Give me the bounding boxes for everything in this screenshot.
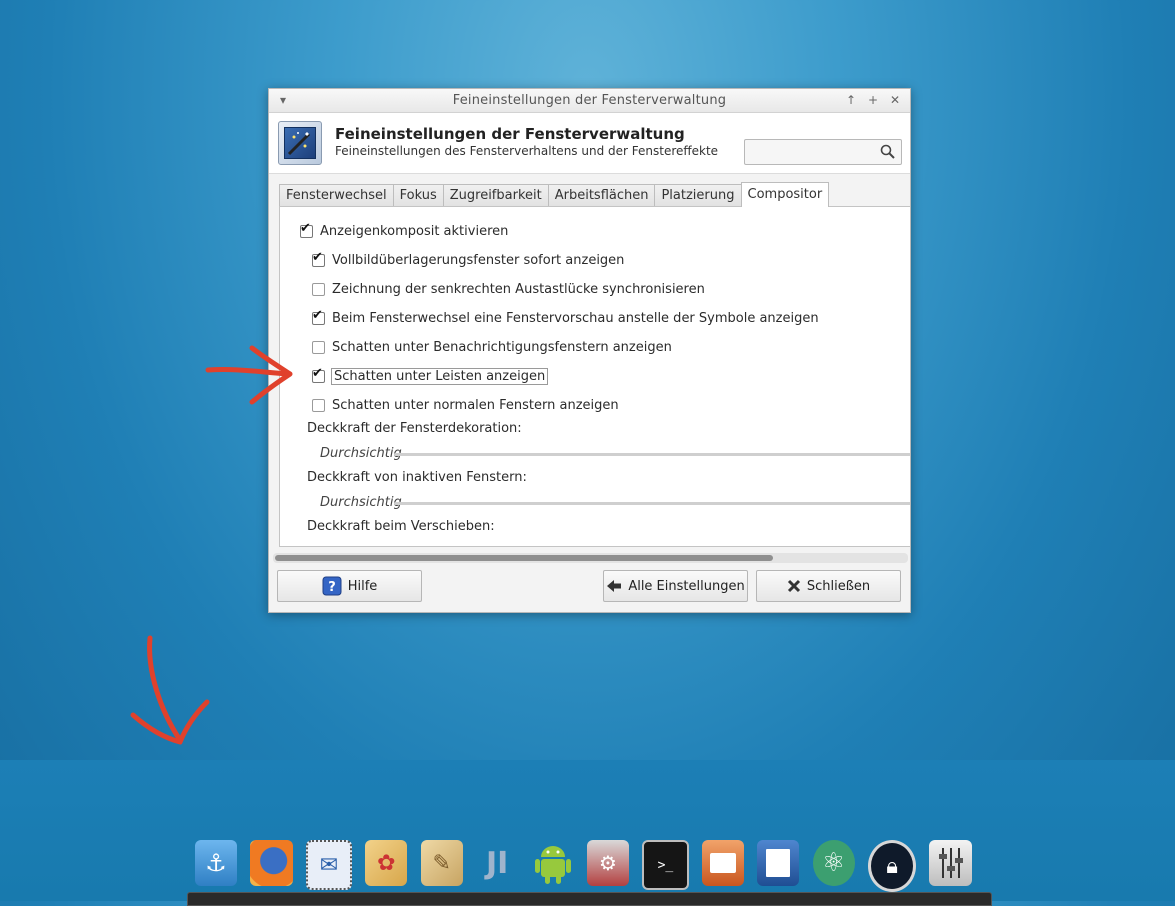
close-button-label: Schließen (806, 578, 871, 594)
option-label: Zeichnung der senkrechten Austastlücke s… (332, 281, 705, 297)
svg-text:?: ? (328, 580, 336, 595)
checkbox[interactable] (312, 340, 325, 354)
option-label: Vollbildüberlagerungsfenster sofort anze… (332, 252, 625, 268)
search-icon[interactable] (879, 143, 897, 161)
checkbox[interactable] (312, 282, 325, 296)
document-writer-icon[interactable] (757, 840, 800, 886)
dock: ⚓ ✉ ✿ ✎ JI ⚙ >_ ⚛ 🔒︎ (195, 840, 985, 892)
option-shadow-notifications[interactable]: Schatten unter Benachrichtigungsfenstern… (312, 338, 672, 356)
search-input[interactable] (744, 139, 902, 165)
atom-icon[interactable]: ⚛ (812, 840, 855, 886)
terminal-icon[interactable]: >_ (642, 840, 689, 890)
window-title: Feineinstellungen der Fensterverwaltung (452, 93, 727, 108)
option-shadow-panels[interactable]: Schatten unter Leisten anzeigen (312, 366, 549, 385)
decoration-opacity-slider[interactable] (394, 453, 910, 456)
close-icon[interactable]: ✕ (887, 92, 903, 108)
option-label: Schatten unter Leisten anzeigen (330, 367, 549, 385)
inactive-opacity-label: Deckkraft von inaktiven Fenstern: (307, 470, 527, 485)
presentation-icon[interactable] (701, 840, 744, 886)
header-title: Feineinstellungen der Fensterverwaltung (335, 125, 685, 143)
tab-fokus[interactable]: Fokus (392, 184, 444, 206)
window-header: Feineinstellungen der Fensterverwaltung … (269, 113, 910, 174)
option-label: Schatten unter Benachrichtigungsfenstern… (332, 339, 672, 355)
all-settings-label: Alle Einstellungen (628, 578, 745, 594)
move-opacity-label: Deckkraft beim Verschieben: (307, 519, 495, 534)
arrow-up-icon[interactable]: ↑ (843, 92, 859, 108)
settings-window: ▾ Feineinstellungen der Fensterverwaltun… (268, 88, 911, 613)
checkbox[interactable] (312, 308, 325, 325)
option-label: Beim Fensterwechsel eine Fenstervorschau… (332, 310, 819, 326)
keepass-lock-icon[interactable]: 🔒︎ (868, 840, 917, 892)
decoration-opacity-label: Deckkraft der Fensterdekoration: (307, 421, 522, 436)
help-button-label: Hilfe (347, 578, 378, 594)
slider-min-label: Durchsichtig (320, 495, 402, 510)
help-icon: ? (322, 576, 342, 596)
tab-bar: Fensterwechsel Fokus Zugreifbarkeit Arbe… (279, 182, 830, 207)
android-icon[interactable] (532, 840, 574, 886)
tab-platzierung[interactable]: Platzierung (654, 184, 742, 206)
network-device-icon[interactable]: ⚙ (586, 840, 630, 886)
all-settings-button[interactable]: Alle Einstellungen (603, 570, 748, 602)
scrollbar-thumb[interactable] (275, 555, 773, 561)
scroll-quill-icon[interactable]: ✎ (420, 840, 463, 886)
firefox-icon[interactable] (250, 840, 293, 886)
horizontal-scrollbar[interactable] (273, 553, 908, 563)
checkbox[interactable] (300, 221, 313, 238)
annotation-arrow-right (205, 345, 293, 405)
jetbrains-icon[interactable]: JI (476, 840, 518, 886)
option-window-preview[interactable]: Beim Fensterwechsel eine Fenstervorschau… (312, 308, 819, 327)
annotation-arrow-down (130, 635, 210, 745)
option-enable-compositing[interactable]: Anzeigenkomposit aktivieren (300, 221, 509, 240)
stamp-icon[interactable]: ✉ (305, 840, 352, 890)
back-arrow-icon (606, 579, 622, 593)
header-subtitle: Feineinstellungen des Fensterverhaltens … (335, 144, 719, 158)
inactive-opacity-slider[interactable] (394, 502, 910, 505)
tab-zugreifbarkeit[interactable]: Zugreifbarkeit (442, 184, 549, 206)
close-icon (787, 579, 801, 593)
slider-min-label: Durchsichtig (320, 446, 402, 461)
tab-compositor[interactable]: Compositor (740, 182, 830, 207)
option-label: Anzeigenkomposit aktivieren (320, 223, 509, 239)
checkbox[interactable] (312, 250, 325, 267)
compositor-panel: Anzeigenkomposit aktivieren Vollbildüber… (279, 206, 910, 547)
option-sync-vblank[interactable]: Zeichnung der senkrechten Austastlücke s… (312, 280, 705, 298)
option-unredirect-fullscreen[interactable]: Vollbildüberlagerungsfenster sofort anze… (312, 250, 625, 269)
window-titlebar[interactable]: ▾ Feineinstellungen der Fensterverwaltun… (269, 89, 910, 113)
wand-settings-icon (278, 121, 322, 165)
help-button[interactable]: ? Hilfe (277, 570, 422, 602)
tab-arbeitsflaechen[interactable]: Arbeitsflächen (547, 184, 656, 206)
mixer-settings-icon[interactable] (929, 840, 972, 886)
close-button[interactable]: Schließen (756, 570, 901, 602)
checkbox[interactable] (312, 366, 325, 383)
maximize-icon[interactable]: + (865, 92, 881, 108)
tab-fensterwechsel[interactable]: Fensterwechsel (279, 184, 394, 206)
dock-shelf (187, 892, 992, 906)
option-label: Schatten unter normalen Fenstern anzeige… (332, 397, 619, 413)
checkbox[interactable] (312, 398, 325, 412)
paint-palette-icon[interactable]: ✿ (365, 840, 408, 886)
anchor-icon[interactable]: ⚓ (195, 840, 238, 886)
option-shadow-normal-windows[interactable]: Schatten unter normalen Fenstern anzeige… (312, 396, 619, 414)
